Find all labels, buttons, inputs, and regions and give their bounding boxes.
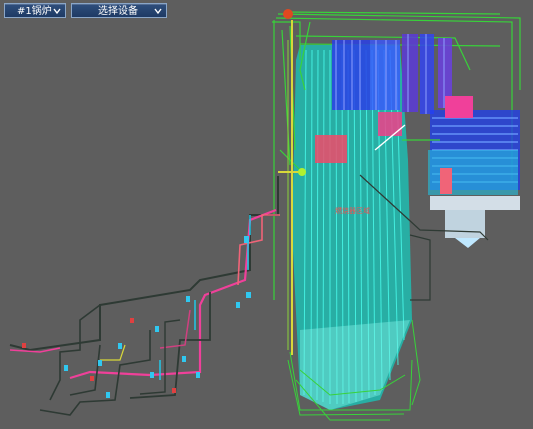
steam-drum-marker[interactable] bbox=[283, 9, 293, 19]
left-piping-network[interactable] bbox=[9, 176, 280, 416]
furnace-zone-label: 燃烧器区域 bbox=[335, 206, 370, 215]
boiler-3d-viewport[interactable]: 燃烧器区域 bbox=[0, 0, 533, 429]
superheater-tubes[interactable] bbox=[332, 34, 452, 114]
